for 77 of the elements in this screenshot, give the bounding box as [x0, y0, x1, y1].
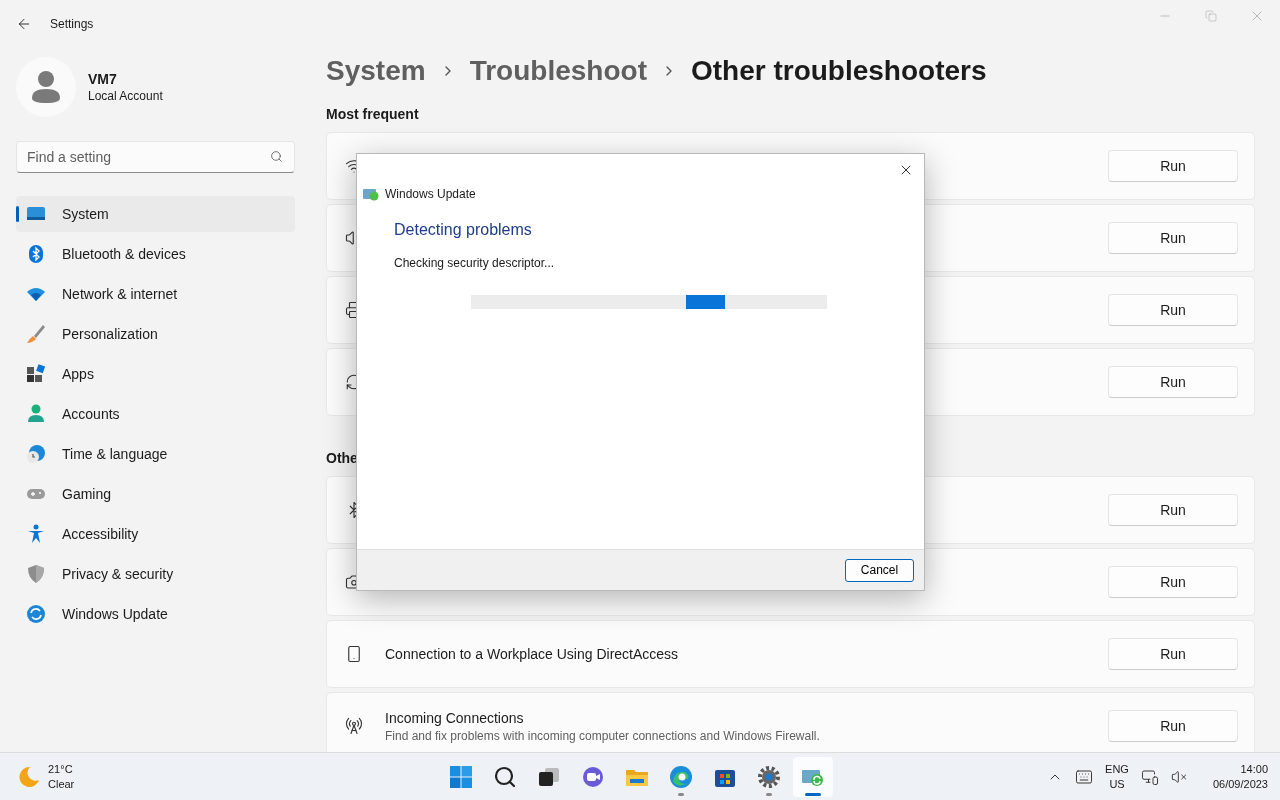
- breadcrumb-item[interactable]: Troubleshoot: [469, 55, 647, 87]
- input-region[interactable]: US: [1109, 776, 1125, 792]
- temperature: 21°C: [48, 761, 74, 777]
- nav-item[interactable]: Accessibility: [16, 516, 295, 552]
- nav-item[interactable]: Privacy & security: [16, 556, 295, 592]
- run-button[interactable]: Run: [1108, 494, 1238, 526]
- moon-icon: [18, 765, 40, 788]
- dialog-heading: Detecting problems: [394, 221, 533, 239]
- nav-item[interactable]: Time & language: [16, 436, 295, 472]
- sync-icon: [26, 604, 46, 624]
- clock-date[interactable]: 06/09/2023: [1212, 776, 1268, 792]
- nav-item[interactable]: Gaming: [16, 476, 295, 512]
- nav-label: System: [62, 206, 109, 222]
- nav-label: Bluetooth & devices: [62, 246, 186, 262]
- windows-start-icon[interactable]: [449, 765, 473, 789]
- dialog-title: Windows Update: [385, 187, 476, 201]
- nav-item[interactable]: Bluetooth & devices: [16, 236, 295, 272]
- nav-label: Time & language: [62, 446, 168, 462]
- nav-item[interactable]: Windows Update: [16, 596, 295, 632]
- shield-icon: [26, 564, 46, 584]
- back-icon[interactable]: [16, 16, 32, 32]
- search-icon: [270, 150, 283, 163]
- clock-time[interactable]: 14:00: [1240, 761, 1268, 777]
- section-heading: Othe: [326, 449, 359, 468]
- account-type: Local Account: [88, 89, 163, 103]
- search-field[interactable]: Find a setting: [16, 141, 295, 173]
- nav-label: Personalization: [62, 326, 158, 342]
- brush-icon: [26, 324, 46, 344]
- run-button[interactable]: Run: [1108, 710, 1238, 742]
- troubleshooter-title: Connection to a Workplace Using DirectAccess: [385, 646, 680, 662]
- breadcrumb-item[interactable]: System: [326, 55, 426, 87]
- speaker-icon: [345, 229, 356, 247]
- network-icon[interactable]: [1140, 767, 1159, 786]
- person-icon: [26, 404, 46, 424]
- run-button[interactable]: Run: [1108, 150, 1238, 182]
- video-chat-icon[interactable]: [581, 765, 605, 789]
- nav-label: Windows Update: [62, 606, 168, 622]
- run-button[interactable]: Run: [1108, 366, 1238, 398]
- nav-label: Accounts: [62, 406, 120, 422]
- nav-label: Network & internet: [62, 286, 178, 302]
- user-name: VM7: [88, 71, 118, 87]
- antenna-icon: [345, 717, 363, 735]
- refresh-icon: [345, 373, 356, 391]
- troubleshooter-description: Find and fix problems with incoming computer connections and Windows Firewall.: [385, 728, 821, 743]
- browser-icon[interactable]: [669, 765, 693, 789]
- task-view-icon[interactable]: [537, 765, 561, 789]
- run-button[interactable]: Run: [1108, 222, 1238, 254]
- keyboard-icon[interactable]: [1075, 767, 1094, 786]
- cancel-button[interactable]: Cancel: [845, 558, 914, 582]
- weather-condition: Clear: [48, 776, 75, 792]
- nav-item[interactable]: Network & internet: [16, 276, 295, 312]
- gear-icon[interactable]: [757, 765, 781, 789]
- update-troubleshooter-icon: [363, 187, 379, 201]
- search-icon[interactable]: [493, 765, 517, 789]
- nav-label: Privacy & security: [62, 566, 174, 582]
- breadcrumb-item: Other troubleshooters: [690, 55, 987, 87]
- apps-icon: [26, 364, 46, 384]
- troubleshooter-title: Incoming Connections: [385, 709, 525, 726]
- nav-item[interactable]: Apps: [16, 356, 295, 392]
- nav-label: Accessibility: [62, 526, 139, 542]
- clock-globe-icon: [26, 444, 46, 464]
- section-heading: Most frequent: [326, 105, 420, 124]
- phone-icon: [345, 645, 363, 663]
- run-button[interactable]: Run: [1108, 638, 1238, 670]
- window-title: Settings: [50, 17, 94, 31]
- status-text: Checking security descriptor...: [394, 256, 556, 270]
- input-language[interactable]: ENG: [1105, 761, 1129, 777]
- nav-label: Gaming: [62, 486, 112, 502]
- camera-icon: [345, 573, 356, 591]
- run-button[interactable]: Run: [1108, 566, 1238, 598]
- nav-label: Apps: [62, 366, 94, 382]
- run-button[interactable]: Run: [1108, 294, 1238, 326]
- nav-item[interactable]: System: [16, 196, 295, 232]
- mute-icon[interactable]: [1170, 768, 1187, 785]
- bluetooth-icon: [26, 244, 46, 264]
- nav-item[interactable]: Personalization: [16, 316, 295, 352]
- nav-item[interactable]: Accounts: [16, 396, 295, 432]
